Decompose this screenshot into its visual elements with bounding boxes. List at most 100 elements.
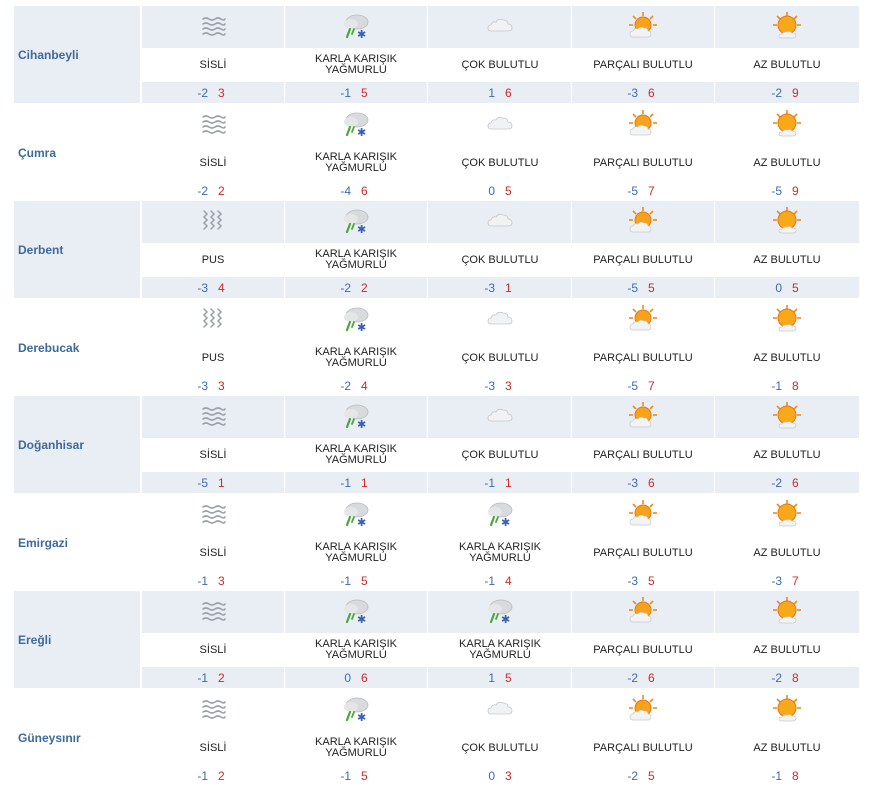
condition-label-line2: YAĞMURLU <box>285 65 427 76</box>
sleet-icon[interactable]: ✱ <box>341 401 371 431</box>
temperature-range: -28 <box>716 671 858 685</box>
temperature-range: -26 <box>716 476 858 490</box>
mostly-sunny-icon[interactable] <box>772 596 802 626</box>
max-temperature: 6 <box>648 671 668 685</box>
sleet-icon[interactable]: ✱ <box>341 304 371 334</box>
cloudy-icon[interactable] <box>485 11 515 41</box>
max-temperature: 6 <box>505 86 525 100</box>
cloudy-icon[interactable] <box>485 694 515 724</box>
condition-label: ÇOK BULUTLU <box>429 353 571 364</box>
sleet-icon[interactable]: ✱ <box>485 499 515 529</box>
min-temperature: 0 <box>762 281 782 295</box>
temperature-range: -36 <box>572 476 714 490</box>
max-temperature: 1 <box>505 476 525 490</box>
max-temperature: 6 <box>361 184 381 198</box>
day-cell: AZ BULUTLU05 <box>716 201 858 298</box>
min-temperature: -1 <box>331 574 351 588</box>
city-name[interactable]: Ereğli <box>18 633 51 647</box>
fog-icon[interactable] <box>198 499 228 529</box>
min-temperature: -2 <box>618 671 638 685</box>
partly-cloudy-icon[interactable] <box>628 109 658 139</box>
fog-icon[interactable] <box>198 401 228 431</box>
min-temperature: 1 <box>475 671 495 685</box>
city-name[interactable]: Derbent <box>18 243 63 257</box>
city-name[interactable]: Çumra <box>18 146 56 160</box>
partly-cloudy-icon[interactable] <box>628 596 658 626</box>
temperature-range: -34 <box>142 281 284 295</box>
sleet-icon[interactable]: ✱ <box>341 109 371 139</box>
max-temperature: 3 <box>218 574 238 588</box>
condition-label: AZ BULUTLU <box>716 450 858 461</box>
mostly-sunny-icon[interactable] <box>772 401 802 431</box>
cloudy-icon[interactable] <box>485 304 515 334</box>
condition-label-line2: YAĞMURLU <box>429 553 571 564</box>
fog-icon[interactable] <box>198 109 228 139</box>
max-temperature: 6 <box>792 476 812 490</box>
mostly-sunny-icon[interactable] <box>772 206 802 236</box>
condition-label: ÇOK BULUTLU <box>429 60 571 71</box>
max-temperature: 7 <box>792 574 812 588</box>
mist-icon[interactable] <box>198 206 228 236</box>
condition-label: ÇOK BULUTLU <box>429 743 571 754</box>
max-temperature: 2 <box>218 769 238 783</box>
partly-cloudy-icon[interactable] <box>628 694 658 724</box>
cloudy-icon[interactable] <box>485 401 515 431</box>
partly-cloudy-icon[interactable] <box>628 499 658 529</box>
partly-cloudy-icon[interactable] <box>628 206 658 236</box>
condition-label: PARÇALI BULUTLU <box>572 353 714 364</box>
fog-icon[interactable] <box>198 694 228 724</box>
column-divider <box>427 6 428 48</box>
city-row: ÇumraSİSLİ-22✱KARLA KARIŞIKYAĞMURLU-46ÇO… <box>14 104 859 202</box>
partly-cloudy-icon[interactable] <box>628 401 658 431</box>
mostly-sunny-icon[interactable] <box>772 11 802 41</box>
temperature-range: -18 <box>716 769 858 783</box>
max-temperature: 3 <box>505 379 525 393</box>
city-name[interactable]: Doğanhisar <box>18 438 84 452</box>
city-row: DerbentPUS-34✱KARLA KARIŞIKYAĞMURLU-22ÇO… <box>14 201 859 299</box>
mostly-sunny-icon[interactable] <box>772 694 802 724</box>
partly-cloudy-icon[interactable] <box>628 11 658 41</box>
mostly-sunny-icon[interactable] <box>772 304 802 334</box>
mostly-sunny-icon[interactable] <box>772 499 802 529</box>
temperature-range: -14 <box>429 574 571 588</box>
temperature-range: 16 <box>429 86 571 100</box>
max-temperature: 8 <box>792 379 812 393</box>
sleet-icon[interactable]: ✱ <box>485 596 515 626</box>
condition-label-line2: YAĞMURLU <box>285 260 427 271</box>
sleet-icon[interactable]: ✱ <box>341 11 371 41</box>
cloudy-icon[interactable] <box>485 109 515 139</box>
mist-icon[interactable] <box>198 304 228 334</box>
sleet-icon[interactable]: ✱ <box>341 206 371 236</box>
temperature-range: -57 <box>572 184 714 198</box>
city-name[interactable]: Cihanbeyli <box>18 48 79 62</box>
day-cell: SİSLİ-22 <box>142 104 284 201</box>
mostly-sunny-icon[interactable] <box>772 109 802 139</box>
max-temperature: 9 <box>792 184 812 198</box>
column-divider <box>714 82 715 103</box>
min-temperature: -3 <box>618 86 638 100</box>
svg-text:✱: ✱ <box>357 126 366 139</box>
sleet-icon[interactable]: ✱ <box>341 499 371 529</box>
max-temperature: 4 <box>218 281 238 295</box>
city-name[interactable]: Derebucak <box>18 341 79 355</box>
day-cell: ÇOK BULUTLU-31 <box>429 201 571 298</box>
day-cell: PUS-33 <box>142 299 284 396</box>
day-cell: AZ BULUTLU -26 <box>716 396 858 493</box>
sleet-icon[interactable]: ✱ <box>341 596 371 626</box>
fog-icon[interactable] <box>198 596 228 626</box>
condition-label: SİSLİ <box>142 645 284 656</box>
city-name[interactable]: Güneysınır <box>18 731 81 745</box>
fog-icon[interactable] <box>198 11 228 41</box>
max-temperature: 5 <box>648 574 668 588</box>
partly-cloudy-icon[interactable] <box>628 304 658 334</box>
column-divider <box>427 667 428 688</box>
day-cell: PARÇALI BULUTLU-36 <box>572 396 714 493</box>
day-cell: ÇOK BULUTLU-11 <box>429 396 571 493</box>
column-divider <box>427 82 428 103</box>
min-temperature: -3 <box>618 574 638 588</box>
cloudy-icon[interactable] <box>485 206 515 236</box>
svg-text:✱: ✱ <box>357 223 366 236</box>
city-name[interactable]: Emirgazi <box>18 536 68 550</box>
column-divider <box>714 396 715 438</box>
sleet-icon[interactable]: ✱ <box>341 694 371 724</box>
